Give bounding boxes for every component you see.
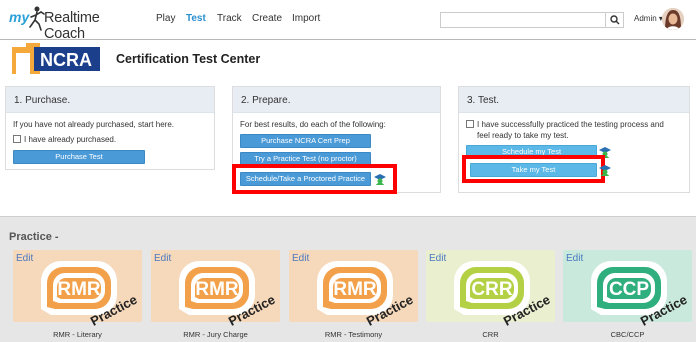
practice-card-caption: CBC/CCP xyxy=(610,330,645,339)
purchase-heading: 1. Purchase. xyxy=(6,87,214,113)
practice-card-caption: RMR - Literary xyxy=(53,330,102,339)
nav-create[interactable]: Create xyxy=(252,13,282,24)
practice-card-caption: CRR xyxy=(482,330,499,339)
logo-brand: Realtime Coach xyxy=(44,10,100,42)
practice-card[interactable]: Edit CCP Practice CBC/CCP xyxy=(563,250,692,339)
practice-card[interactable]: Edit RMR Practice RMR - Testimony xyxy=(289,250,418,339)
nav-test[interactable]: Test xyxy=(186,13,206,24)
user-avatar[interactable] xyxy=(662,8,684,30)
already-purchased-checkbox[interactable] xyxy=(13,135,21,143)
edit-link[interactable]: Edit xyxy=(16,253,33,264)
search-button[interactable] xyxy=(605,12,623,28)
search-input[interactable] xyxy=(441,13,605,27)
practice-card[interactable]: Edit RMR Practice RMR - Jury Charge xyxy=(151,250,280,339)
ready-label-line1: I have successfully practiced the testin… xyxy=(477,120,664,129)
edit-link[interactable]: Edit xyxy=(429,253,446,264)
nav-import[interactable]: Import xyxy=(292,13,320,24)
nav-play[interactable]: Play xyxy=(156,13,175,24)
purchase-test-button[interactable]: Purchase Test xyxy=(13,150,145,164)
practice-card[interactable]: Edit CRR Practice CRR xyxy=(426,250,555,339)
badge-text: RMR xyxy=(333,279,377,300)
practice-card-caption: RMR - Jury Charge xyxy=(183,330,248,339)
purchase-text: If you have not already purchased, start… xyxy=(13,120,174,129)
practice-title[interactable]: Practice - xyxy=(9,231,59,243)
page-title: Certification Test Center xyxy=(116,52,261,66)
proctored-practice-button[interactable]: Schedule/Take a Proctored Practice xyxy=(240,172,371,186)
badge-text: RMR xyxy=(57,279,101,300)
ready-label-line2: feel ready to take my test. xyxy=(477,131,569,140)
purchase-cert-prep-button[interactable]: Purchase NCRA Cert Prep xyxy=(240,134,371,148)
ready-checkbox[interactable] xyxy=(466,120,474,128)
search-box xyxy=(440,12,624,28)
avatar-image xyxy=(662,8,684,30)
edit-link[interactable]: Edit xyxy=(566,253,583,264)
search-icon xyxy=(610,15,620,25)
ncra-logo: NCRA xyxy=(12,43,100,74)
practice-card-caption: RMR - Testimony xyxy=(324,330,383,339)
runner-icon xyxy=(29,6,45,31)
prepare-heading: 2. Prepare. xyxy=(233,87,440,113)
badge-text: CCP xyxy=(609,279,649,300)
app-logo[interactable]: my Realtime Coach xyxy=(9,5,131,42)
graduate-icon xyxy=(374,174,386,185)
badge-text: RMR xyxy=(195,279,239,300)
graduate-icon xyxy=(599,165,611,176)
nav-track[interactable]: Track xyxy=(217,13,242,24)
practice-card[interactable]: Edit RMR Practice RMR - Literary xyxy=(13,250,142,339)
test-heading: 3. Test. xyxy=(459,87,689,113)
ncra-logo-text: NCRA xyxy=(40,50,92,70)
top-navbar: my Realtime Coach Play Test Track Create… xyxy=(0,0,696,42)
edit-link[interactable]: Edit xyxy=(154,253,171,264)
prepare-text: For best results, do each of the followi… xyxy=(240,120,386,129)
take-my-test-button[interactable]: Take my Test xyxy=(470,163,597,177)
user-menu[interactable]: Admin ▾ xyxy=(634,14,663,23)
already-purchased-label: I have already purchased. xyxy=(24,135,117,144)
user-name: Admin xyxy=(634,14,657,23)
badge-text: CRR xyxy=(471,279,512,300)
edit-link[interactable]: Edit xyxy=(292,253,309,264)
